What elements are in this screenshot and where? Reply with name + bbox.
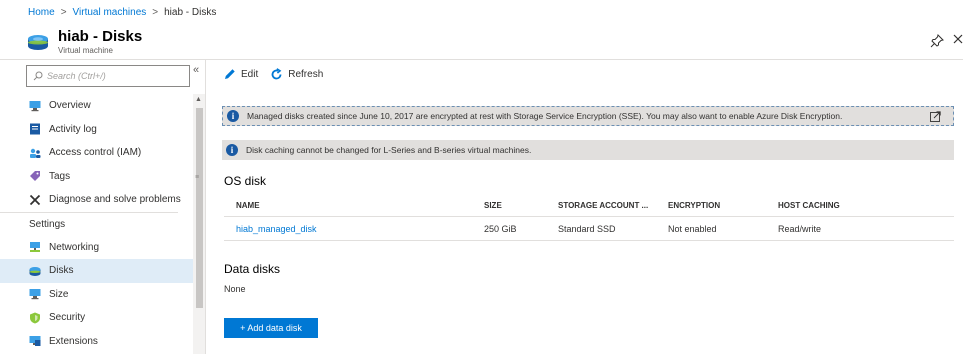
menu-item-access-control[interactable]: Access control (IAM) [0,141,193,165]
menu-item-label: Overview [49,100,91,112]
caching-notice-text: Disk caching cannot be changed for L-Ser… [246,145,532,155]
menu-item-security[interactable]: Security [0,306,193,330]
pin-icon[interactable] [930,34,944,48]
os-disk-table: NAME SIZE STORAGE ACCOUNT ... ENCRYPTION… [224,195,954,241]
menu-section-settings: Settings [0,211,178,236]
disk-encryption: Not enabled [668,223,717,234]
page-title: hiab - Disks [58,28,143,45]
column-header-host-caching[interactable]: HOST CACHING [778,201,954,210]
disk-storage-account: Standard SSD [558,223,616,234]
scroll-thumb[interactable] [196,108,203,308]
close-icon[interactable] [952,32,963,46]
info-icon: i [226,144,238,156]
menu-item-extensions[interactable]: Extensions [0,330,193,354]
external-link-icon[interactable] [930,111,941,122]
search-icon [33,71,43,81]
breadcrumb-separator: > [152,6,159,18]
disk-size: 250 GiB [484,223,517,234]
wrench-icon [29,194,41,206]
table-header: NAME SIZE STORAGE ACCOUNT ... ENCRYPTION… [224,195,954,217]
disk-icon [29,265,41,277]
menu-list: Overview Activity log Access control (IA… [0,94,193,353]
search-box[interactable] [26,65,190,87]
scroll-up-arrow-icon[interactable]: ▲ [195,96,202,103]
column-header-storage-account[interactable]: STORAGE ACCOUNT ... [558,201,668,210]
menu-item-label: Activity log [49,123,97,135]
encryption-notice[interactable]: i Managed disks created since June 10, 2… [222,106,954,126]
breadcrumb-separator: > [60,6,67,18]
edit-button[interactable]: Edit [224,68,258,80]
menu-item-label: Diagnose and solve problems [49,194,181,206]
shield-icon [29,312,41,324]
breadcrumb-current: hiab - Disks [164,6,217,18]
disk-host-caching: Read/write [778,223,822,234]
scroll-grip-icon: ≡ [195,174,200,181]
menu-item-label: Tags [49,170,71,182]
disk-name-link[interactable]: hiab_managed_disk [236,224,317,234]
breadcrumb: Home > Virtual machines > hiab - Disks [0,0,963,24]
tag-icon [29,170,41,182]
menu-item-diagnose[interactable]: Diagnose and solve problems [0,188,193,212]
menu-item-overview[interactable]: Overview [0,94,193,118]
menu-item-disks[interactable]: Disks [0,259,193,283]
breadcrumb-home[interactable]: Home [28,7,55,18]
menu-item-label: Security [49,312,86,324]
menu-item-label: Access control (IAM) [49,147,142,159]
add-data-disk-button[interactable]: + Add data disk [224,318,318,338]
encryption-notice-text: Managed disks created since June 10, 201… [247,111,843,121]
networking-icon [29,241,41,253]
caching-notice: i Disk caching cannot be changed for L-S… [222,140,954,160]
command-bar: Edit Refresh [224,64,335,84]
collapse-menu-button[interactable]: « [193,64,199,76]
breadcrumb-virtual-machines[interactable]: Virtual machines [73,7,147,18]
menu-item-size[interactable]: Size [0,283,193,307]
menu-item-label: Disks [49,265,74,277]
menu-item-activity-log[interactable]: Activity log [0,118,193,142]
refresh-label: Refresh [288,68,324,80]
disk-icon [28,35,48,50]
extensions-icon [29,335,41,347]
column-header-encryption[interactable]: ENCRYPTION [668,201,778,210]
menu-item-label: Networking [49,241,100,253]
access-control-icon [29,147,41,159]
data-disks-empty-text: None [224,284,246,294]
menu-item-label: Extensions [49,335,98,347]
menu-scrollbar[interactable]: ▲ ≡ [193,94,205,354]
menu-item-label: Size [49,288,69,300]
menu-item-networking[interactable]: Networking [0,236,193,260]
edit-label: Edit [241,68,259,80]
os-disk-heading: OS disk [224,174,267,188]
column-header-size[interactable]: SIZE [484,201,558,210]
data-disks-heading: Data disks [224,262,281,276]
resource-menu: « Overview Activity log Access control (… [0,60,206,354]
search-input[interactable] [47,71,177,81]
info-icon: i [227,110,239,122]
blade-header: hiab - Disks Virtual machine [0,24,963,60]
table-row: hiab_managed_disk 250 GiB Standard SSD N… [224,217,954,241]
page-subtitle: Virtual machine [58,46,113,55]
overview-icon [29,100,41,112]
refresh-icon [271,67,282,79]
refresh-button[interactable]: Refresh [270,67,324,81]
pencil-icon [225,69,235,79]
menu-item-tags[interactable]: Tags [0,165,193,189]
column-header-name[interactable]: NAME [224,201,484,210]
activity-log-icon [29,123,41,135]
size-icon [29,288,41,300]
